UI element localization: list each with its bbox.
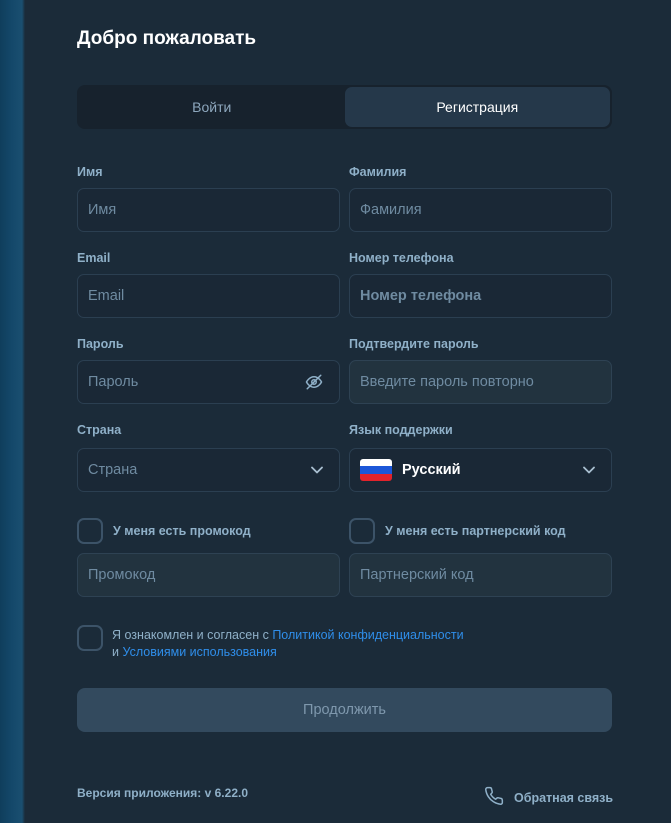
support-language-select[interactable]: Русский bbox=[349, 448, 612, 492]
feedback-link[interactable]: Обратная связь bbox=[484, 786, 613, 809]
auth-tabs: Войти Регистрация bbox=[77, 85, 612, 129]
russia-flag-icon bbox=[360, 459, 392, 481]
phone-input[interactable] bbox=[360, 288, 601, 304]
first-name-input[interactable] bbox=[88, 202, 329, 218]
support-language-selected-value: Русский bbox=[402, 462, 461, 478]
agreement-checkbox[interactable] bbox=[77, 625, 103, 651]
partner-checkbox-row: У меня есть партнерский код bbox=[349, 518, 566, 544]
chevron-down-icon bbox=[311, 466, 323, 474]
promo-code-input[interactable] bbox=[88, 567, 329, 583]
feedback-label: Обратная связь bbox=[514, 790, 614, 805]
password-label: Пароль bbox=[77, 337, 124, 351]
privacy-policy-link[interactable]: Политикой конфиденциальности bbox=[272, 628, 463, 642]
eye-off-icon[interactable] bbox=[305, 373, 323, 391]
confirm-password-field bbox=[349, 360, 612, 404]
promo-code-field bbox=[77, 553, 340, 597]
last-name-input[interactable] bbox=[360, 202, 601, 218]
first-name-field bbox=[77, 188, 340, 232]
partner-code-field bbox=[349, 553, 612, 597]
email-label: Email bbox=[77, 251, 111, 265]
page-title: Добро пожаловать bbox=[77, 28, 257, 49]
confirm-password-input[interactable] bbox=[360, 374, 601, 390]
tab-login[interactable]: Войти bbox=[79, 87, 345, 127]
last-name-field bbox=[349, 188, 612, 232]
phone-icon bbox=[484, 786, 514, 809]
country-label: Страна bbox=[77, 423, 122, 437]
partner-checkbox-label: У меня есть партнерский код bbox=[385, 524, 566, 538]
email-field bbox=[77, 274, 340, 318]
partner-code-input[interactable] bbox=[360, 567, 601, 583]
agreement-row: Я ознакомлен и согласен с Политикой конф… bbox=[77, 625, 464, 661]
email-input[interactable] bbox=[88, 288, 329, 304]
first-name-label: Имя bbox=[77, 165, 103, 179]
support-language-label: Язык поддержки bbox=[349, 423, 453, 437]
country-selected-value: Страна bbox=[88, 462, 138, 478]
last-name-label: Фамилия bbox=[349, 165, 407, 179]
phone-label: Номер телефона bbox=[349, 251, 454, 265]
promo-checkbox-label: У меня есть промокод bbox=[113, 524, 251, 538]
confirm-password-label: Подтвердите пароль bbox=[349, 337, 479, 351]
continue-button[interactable]: Продолжить bbox=[77, 688, 612, 732]
agreement-text: Я ознакомлен и согласен с Политикой конф… bbox=[112, 628, 464, 659]
tab-register[interactable]: Регистрация bbox=[344, 87, 610, 127]
phone-field bbox=[349, 274, 612, 318]
promo-checkbox-row: У меня есть промокод bbox=[77, 518, 251, 544]
chevron-down-icon bbox=[583, 466, 595, 474]
promo-checkbox[interactable] bbox=[77, 518, 103, 544]
password-field bbox=[77, 360, 340, 404]
password-input[interactable] bbox=[88, 374, 329, 390]
country-select[interactable]: Страна bbox=[77, 448, 340, 492]
partner-checkbox[interactable] bbox=[349, 518, 375, 544]
app-version: Версия приложения: v 6.22.0 bbox=[77, 786, 248, 800]
terms-of-use-link[interactable]: Условиями использования bbox=[122, 645, 276, 659]
